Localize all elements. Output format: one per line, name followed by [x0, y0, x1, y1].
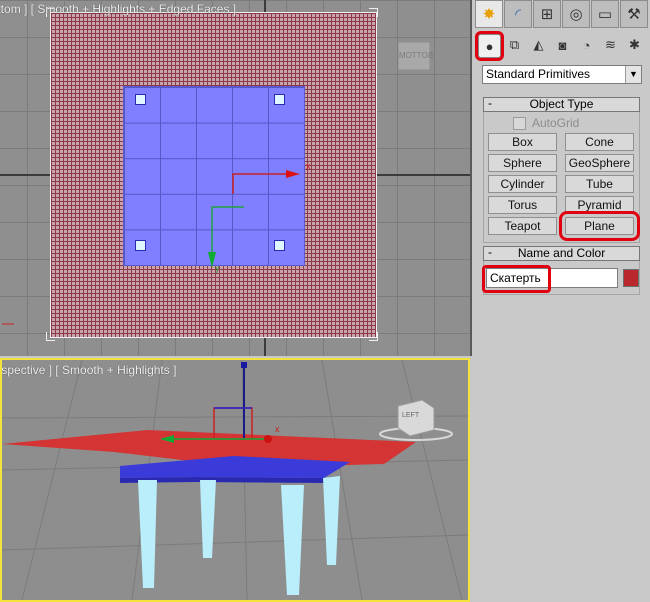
shapes-icon[interactable]: ⧉ [504, 34, 525, 56]
create-category-tabs: ● ⧉ ◭ ◙ ◔ ≋ ✱ [475, 31, 646, 61]
viewport-label-perspective[interactable]: [ Perspective ] [ Smooth + Highlights ] [2, 363, 176, 377]
display-tab-icon[interactable]: ▭ [591, 0, 619, 28]
table-leg-front-left [138, 480, 157, 588]
box-button[interactable]: Box [488, 133, 557, 151]
space-warps-icon[interactable]: ≋ [600, 34, 621, 56]
create-tab-icon[interactable]: ✸ [475, 0, 503, 28]
cameras-icon[interactable]: ◙ [552, 34, 573, 56]
utilities-tab-icon[interactable]: ⚒ [620, 0, 648, 28]
table-leg-front-right [281, 485, 304, 595]
modify-tab-icon[interactable]: ◜ [504, 0, 532, 28]
viewport-label-top[interactable]: [ Bottom ] [ Smooth + Highlights + Edged… [0, 2, 236, 16]
command-panel: ✸ ◜ ⊞ ◎ ▭ ⚒ ● ⧉ ◭ ◙ ◔ ≋ ✱ Standard Primi… [473, 0, 650, 600]
geosphere-button[interactable]: GeoSphere [565, 154, 634, 172]
top-viewport[interactable]: x y BOTTOM [ Bottom ] [ Smooth + Highlig… [0, 0, 472, 356]
pyramid-button[interactable]: Pyramid [565, 196, 634, 214]
perspective-viewport[interactable]: x LEFT [ Perspective ] [ Smooth + Highli… [0, 358, 470, 602]
lights-icon[interactable]: ◭ [528, 34, 549, 56]
name-highlight-annotation [482, 265, 551, 293]
object-type-rollout-header[interactable]: - Object Type [483, 97, 640, 112]
cylinder-button[interactable]: Cylinder [488, 175, 557, 193]
table-leg-back-left [200, 480, 216, 558]
perspective-scene [2, 360, 468, 600]
primitive-category-dropdown[interactable]: Standard Primitives ▼ [482, 65, 642, 84]
persp-gizmo-x-label: x [275, 424, 280, 434]
torus-button[interactable]: Torus [488, 196, 557, 214]
helpers-icon[interactable]: ◔ [576, 34, 597, 56]
viewcube-label: BOTTOM [399, 51, 434, 60]
sphere-button[interactable]: Sphere [488, 154, 557, 172]
name-color-rollout-header[interactable]: - Name and Color [483, 246, 640, 261]
dropdown-value: Standard Primitives [486, 67, 591, 81]
systems-icon[interactable]: ✱ [624, 34, 645, 56]
collapse-icon: - [488, 245, 492, 259]
teapot-button[interactable]: Teapot [488, 217, 557, 235]
tube-button[interactable]: Tube [565, 175, 634, 193]
rollout-title: Name and Color [517, 246, 606, 260]
gizmo-y-label: y [215, 263, 220, 273]
command-panel-tabs: ✸ ◜ ⊞ ◎ ▭ ⚒ [475, 0, 648, 28]
viewcube-persp-label[interactable]: LEFT [402, 412, 419, 419]
object-color-swatch[interactable] [623, 269, 639, 287]
table-leg-back-right [323, 476, 340, 565]
collapse-icon: - [488, 96, 492, 110]
gizmo-x-label: x [306, 161, 311, 171]
plane-button[interactable]: Plane [559, 211, 640, 241]
rollout-title: Object Type [529, 97, 594, 111]
viewcube[interactable]: BOTTOM [398, 42, 434, 70]
checkbox-box[interactable] [513, 116, 526, 130]
motion-tab-icon[interactable]: ◎ [562, 0, 590, 28]
autogrid-checkbox[interactable]: AutoGrid [513, 116, 579, 130]
hierarchy-tab-icon[interactable]: ⊞ [533, 0, 561, 28]
autogrid-label: AutoGrid [532, 116, 580, 130]
chevron-down-icon[interactable]: ▼ [625, 66, 641, 83]
cone-button[interactable]: Cone [565, 133, 634, 151]
geometry-icon[interactable]: ● [475, 31, 504, 61]
